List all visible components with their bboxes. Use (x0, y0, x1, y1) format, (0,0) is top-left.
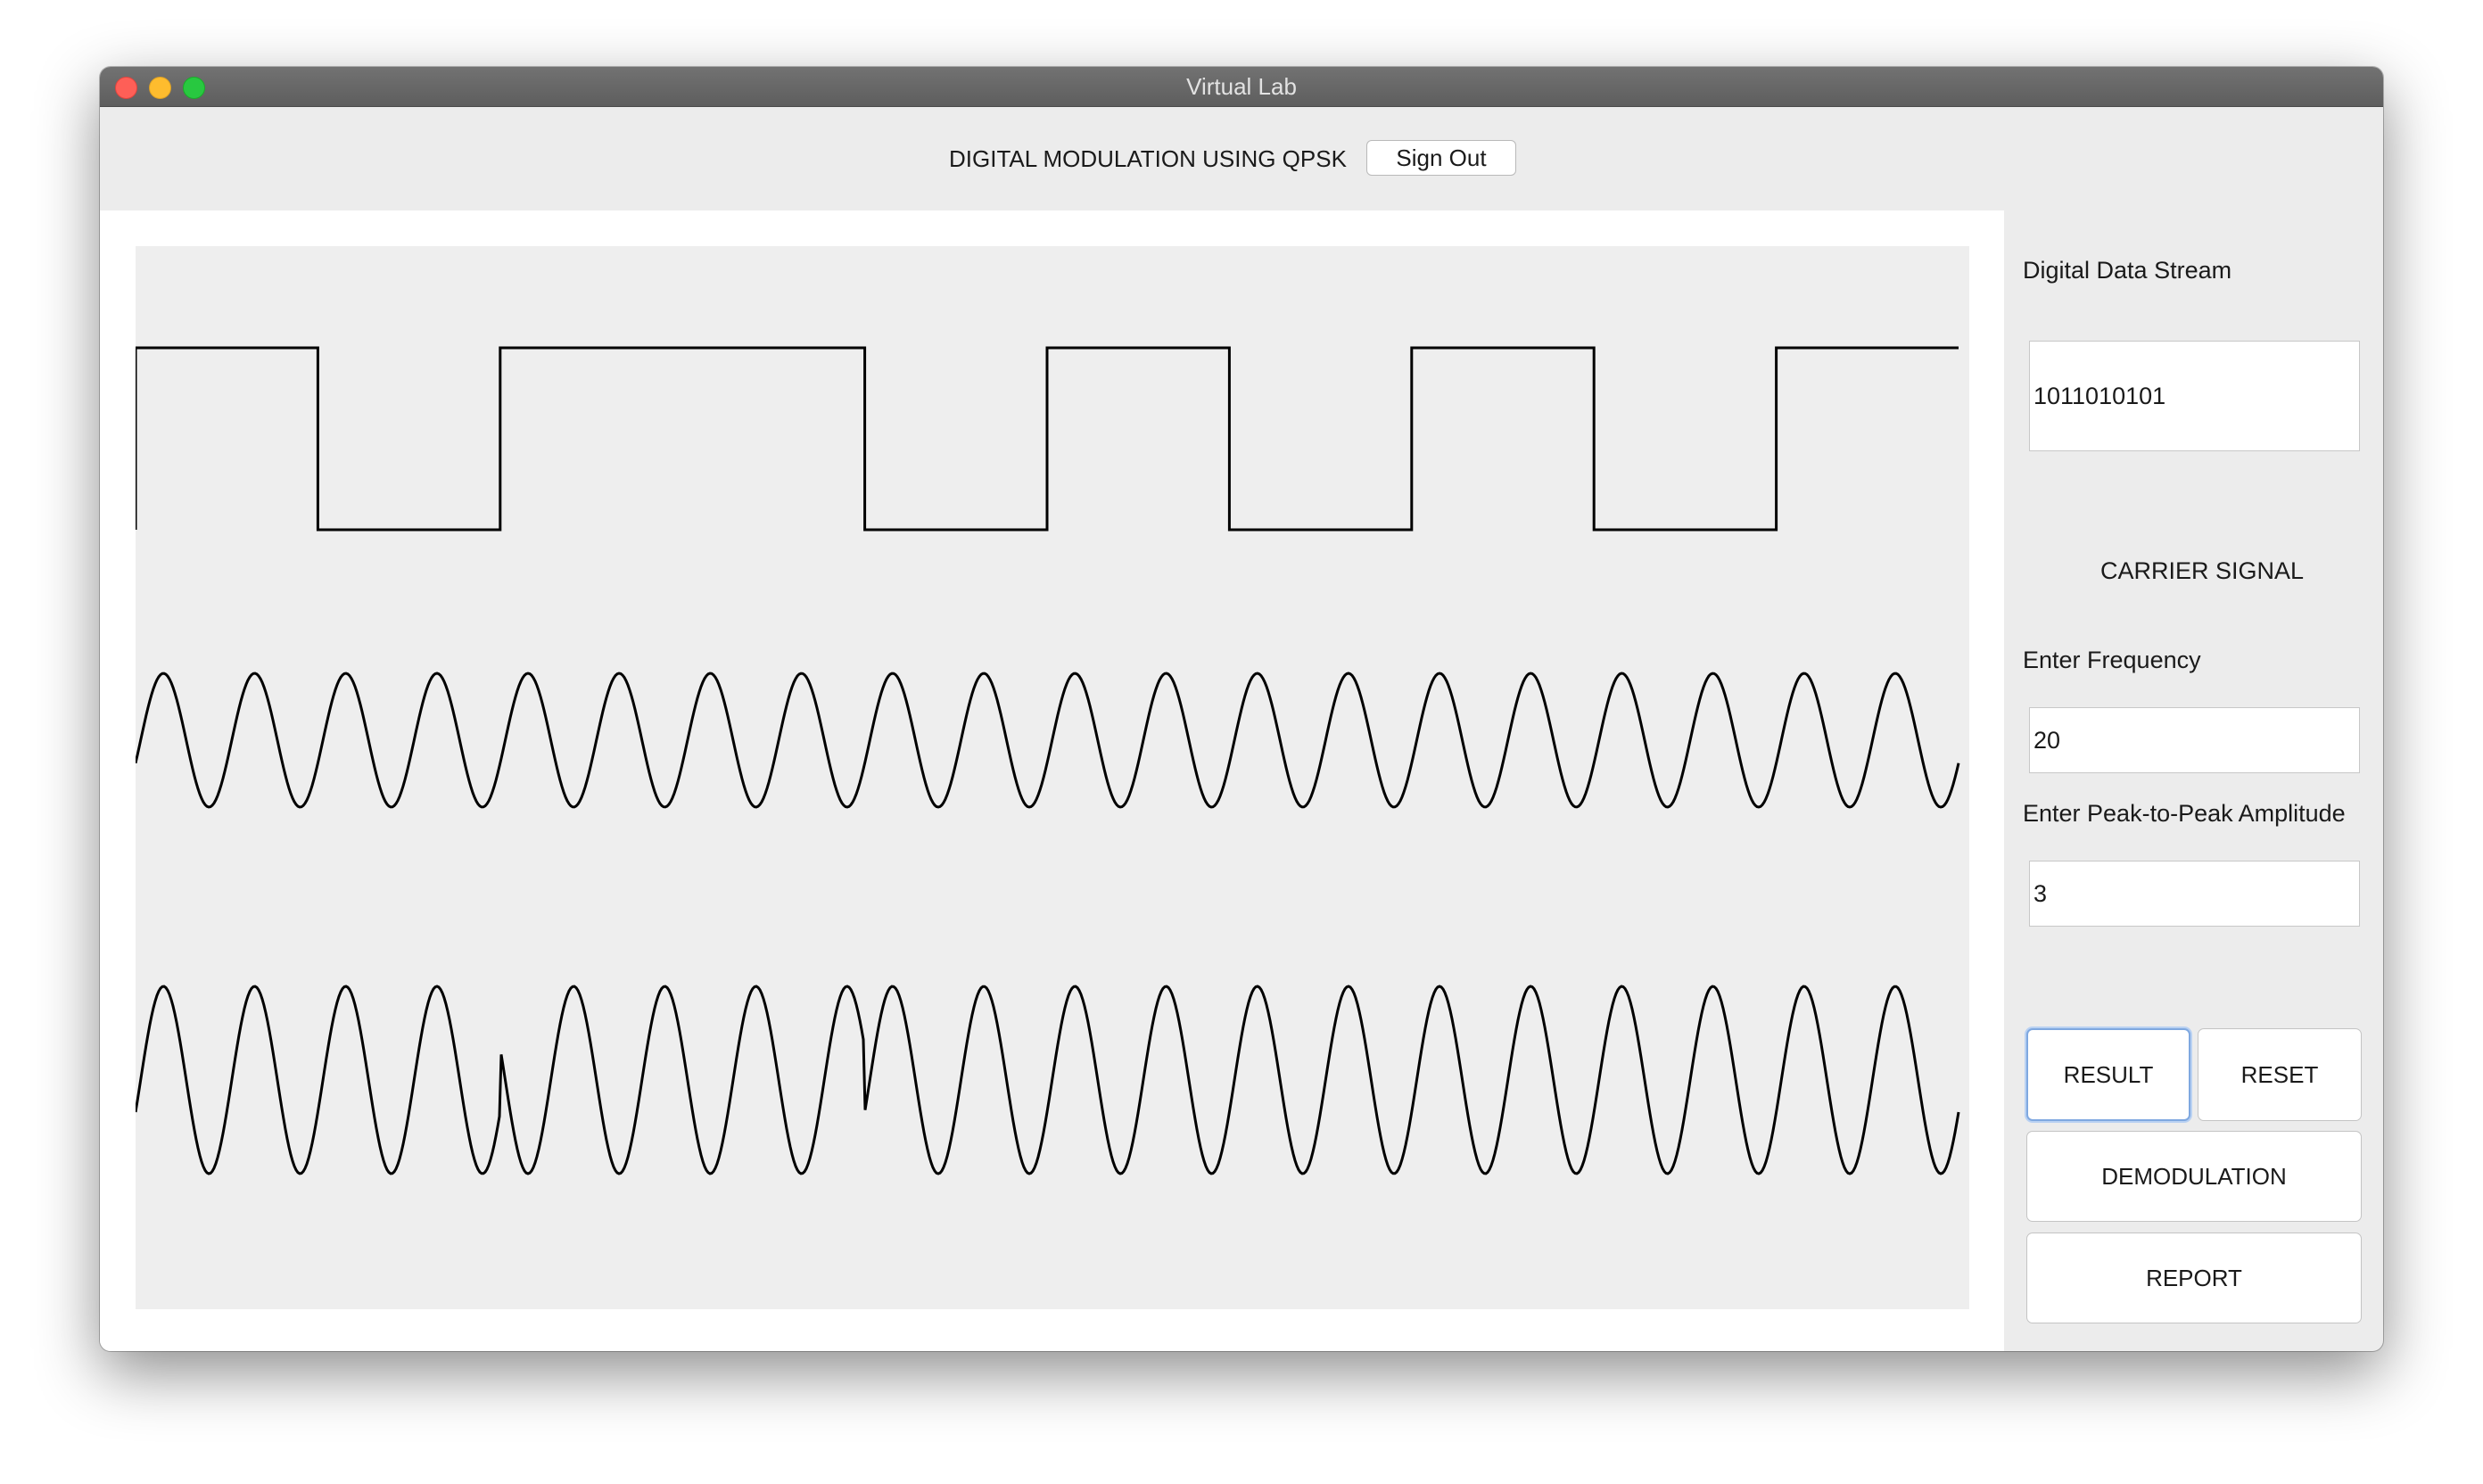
frequency-label: Enter Frequency (2023, 647, 2201, 673)
reset-button[interactable]: RESET (2198, 1028, 2362, 1121)
app-window: Virtual Lab DIGITAL MODULATION USING QPS… (100, 67, 2383, 1351)
header: DIGITAL MODULATION USING QPSK Sign Out (100, 138, 2383, 179)
report-button[interactable]: REPORT (2026, 1233, 2362, 1323)
amplitude-input[interactable] (2029, 861, 2360, 927)
data-stream-label: Digital Data Stream (2023, 257, 2232, 284)
window-title: Virtual Lab (1186, 73, 1297, 100)
title-bar: Virtual Lab (100, 67, 2383, 107)
plot-frame (100, 210, 2004, 1351)
waveform-plot (136, 246, 1969, 1309)
amplitude-label: Enter Peak-to-Peak Amplitude (2023, 800, 2346, 827)
demodulation-button[interactable]: DEMODULATION (2026, 1131, 2362, 1222)
result-button[interactable]: RESULT (2026, 1028, 2190, 1121)
page-title: DIGITAL MODULATION USING QPSK (949, 145, 1347, 172)
data-stream-input[interactable] (2029, 341, 2360, 451)
carrier-waveform (136, 672, 1960, 809)
sign-out-button[interactable]: Sign Out (1366, 140, 1516, 176)
frequency-input[interactable] (2029, 707, 2360, 773)
digital-data-waveform (136, 346, 1959, 532)
waveform-canvas (136, 346, 1960, 1175)
carrier-signal-heading: CARRIER SIGNAL (2100, 557, 2305, 584)
qpsk-modulated-waveform (136, 985, 1960, 1175)
